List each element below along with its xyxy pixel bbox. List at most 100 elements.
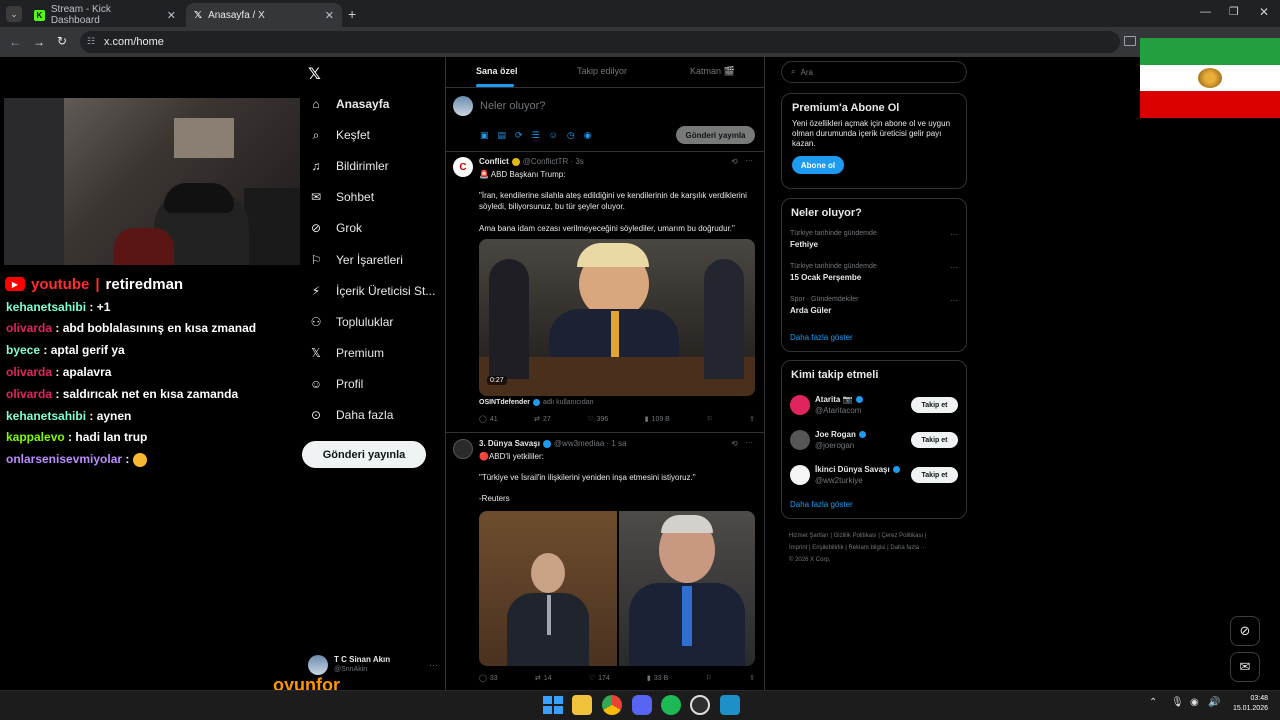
tweet-avatar[interactable]: C	[453, 157, 473, 177]
show-more-link[interactable]: Daha fazla göster	[790, 500, 853, 509]
author-name[interactable]: 3. Dünya Savaşı	[479, 439, 540, 448]
grok-icon[interactable]: ⟲	[731, 157, 738, 166]
network-icon[interactable]: ◉	[1190, 697, 1199, 708]
site-info-icon[interactable]: ☷	[87, 36, 95, 47]
chat-username[interactable]: olivarda	[6, 365, 52, 379]
nav-item-home[interactable]: ⌂ Anasayfa	[308, 93, 389, 115]
close-icon[interactable]: ✕	[167, 9, 176, 22]
follow-button[interactable]: Takip et	[911, 432, 958, 448]
trend-item[interactable]: Türkiye tarihinde gündemde Fethiye ···	[790, 230, 958, 249]
tweet-image[interactable]	[479, 511, 755, 666]
like-button[interactable]: ♡ 396	[587, 415, 608, 424]
grok-float-button[interactable]: ⊘	[1230, 616, 1260, 646]
location-icon[interactable]: ◉	[584, 130, 592, 141]
reply-button[interactable]: ◯ 41	[479, 415, 498, 424]
account-switcher[interactable]: T C Sinan Akın @SnnAkin ···	[308, 652, 438, 678]
window-close-button[interactable]: ✕	[1259, 5, 1269, 19]
like-button[interactable]: ♡ 174	[589, 674, 610, 683]
compose-input[interactable]: Neler oluyor?	[480, 100, 545, 112]
spotify-icon[interactable]	[661, 695, 681, 715]
close-icon[interactable]: ✕	[325, 9, 334, 22]
share-button[interactable]: ⇪	[749, 415, 755, 423]
volume-icon[interactable]: 🔊	[1208, 697, 1220, 708]
chat-username[interactable]: kehanetsahibi	[6, 300, 86, 314]
chat-username[interactable]: kappalevo	[6, 430, 65, 444]
back-arrow-icon[interactable]: ←	[9, 35, 21, 49]
nav-item-grok[interactable]: ⊘ Grok	[308, 217, 362, 239]
clock[interactable]: 03:48 15.01.2026	[1228, 694, 1268, 714]
nav-item-more-circle[interactable]: ⊙ Daha fazla	[308, 404, 393, 426]
footer-line[interactable]: İmprint | Erişilebilirlik | Reklam bilgi…	[789, 542, 959, 554]
forward-arrow-icon[interactable]: →	[33, 35, 45, 49]
repost-button[interactable]: ⇄ 27	[534, 415, 551, 424]
more-icon[interactable]: ···	[950, 230, 958, 239]
emoji-icon[interactable]: ☺	[549, 130, 558, 141]
share-button[interactable]: ⇪	[749, 674, 755, 682]
bookmark-button[interactable]: ⚐	[706, 674, 712, 682]
grok-icon[interactable]: ⟲	[731, 439, 738, 448]
discord-icon[interactable]	[632, 695, 652, 715]
tab-for-you[interactable]: Sana özel	[476, 66, 518, 76]
via-name[interactable]: OSINTdefender	[479, 399, 530, 406]
poll-icon[interactable]: ☰	[532, 130, 540, 141]
follow-suggestion[interactable]: Joe Rogan @joerogan Takip et	[790, 428, 958, 452]
tweet-video[interactable]: 0:27	[479, 239, 755, 396]
post-button[interactable]: Gönderi yayınla	[302, 441, 426, 468]
chat-username[interactable]: byece	[6, 343, 40, 357]
trend-item[interactable]: Türkiye tarihinde gündemde 15 Ocak Perşem…	[790, 263, 958, 282]
nav-item-bell[interactable]: ♫ Bildirimler	[308, 155, 389, 177]
file-explorer-icon[interactable]	[572, 695, 592, 715]
tab-x-home[interactable]: 𝕏 Anasayfa / X ✕	[186, 3, 342, 27]
more-icon[interactable]: ···	[745, 156, 753, 165]
tab-kick-dashboard[interactable]: K Stream - Kick Dashboard ✕	[26, 3, 184, 27]
author-name[interactable]: Conflict	[479, 157, 509, 166]
follow-button[interactable]: Takip et	[911, 397, 958, 413]
new-tab-button[interactable]: +	[348, 6, 356, 22]
nav-item-x-logo[interactable]: 𝕏 Premium	[308, 342, 384, 364]
follow-button[interactable]: Takip et	[911, 467, 958, 483]
reload-icon[interactable]: ↻	[57, 34, 67, 48]
nav-item-bookmark[interactable]: ⚐ Yer İşaretleri	[308, 249, 403, 271]
follow-suggestion[interactable]: Atarita 📷 @Ataritacom Takip et	[790, 393, 958, 417]
more-icon[interactable]: ···	[950, 263, 958, 272]
chat-username[interactable]: olivarda	[6, 387, 52, 401]
more-icon[interactable]: ···	[745, 438, 753, 447]
cast-icon[interactable]	[1124, 36, 1136, 46]
nav-item-mail[interactable]: ✉ Sohbet	[308, 186, 374, 208]
show-more-link[interactable]: Daha fazla göster	[790, 333, 853, 342]
chat-username[interactable]: kehanetsahibi	[6, 409, 86, 423]
trend-item[interactable]: Spor · Gündemdekiler Arda Güler ···	[790, 296, 958, 315]
media-icon[interactable]: ▣	[480, 130, 489, 141]
footer-line[interactable]: Hizmet Şartları | Gizlilik Politikası | …	[789, 530, 959, 542]
messages-float-button[interactable]: ✉	[1230, 652, 1260, 682]
schedule-icon[interactable]: ◷	[567, 130, 575, 141]
windows-start-icon[interactable]	[542, 695, 563, 715]
nav-item-people[interactable]: ⚇ Topluluklar	[308, 311, 394, 333]
chat-username[interactable]: onlarsenisevmiyolar	[6, 452, 122, 466]
tab-following[interactable]: Takip edilyor	[577, 66, 627, 76]
nav-item-lightning[interactable]: ⚡ İçerik Üreticisi St...	[308, 280, 436, 302]
gif-icon[interactable]: ▤	[498, 130, 507, 141]
app-icon[interactable]	[720, 695, 740, 715]
grok-icon[interactable]: ⟳	[515, 130, 523, 141]
nav-item-search[interactable]: ⌕ Keşfet	[308, 124, 370, 146]
tab-layer[interactable]: Katman 🎬	[690, 66, 735, 77]
obs-icon[interactable]	[690, 695, 710, 715]
compose-post-button[interactable]: Gönderi yayınla	[676, 126, 755, 144]
bookmark-button[interactable]: ⚐	[706, 415, 712, 423]
reply-button[interactable]: ◯ 33	[479, 674, 498, 683]
x-logo-icon[interactable]: 𝕏	[308, 64, 321, 84]
views-button[interactable]: ▮ 109 B	[645, 415, 670, 424]
microphone-icon[interactable]: 🎙	[1171, 697, 1184, 708]
subscribe-button[interactable]: Abone ol	[792, 156, 844, 174]
follow-suggestion[interactable]: İkinci Dünya Savaşı @ww2turkiye Takip et	[790, 463, 958, 487]
nav-item-person[interactable]: ☺ Profil	[308, 373, 363, 395]
address-bar[interactable]: x.com/home	[80, 31, 1120, 53]
tab-search-button[interactable]: ⌄	[6, 6, 22, 22]
tweet-avatar[interactable]	[453, 439, 473, 459]
views-button[interactable]: ▮ 33 B	[647, 674, 668, 683]
search-input[interactable]: ⌕ Ara	[781, 61, 967, 83]
restore-button[interactable]: ❐	[1229, 5, 1239, 18]
more-icon[interactable]: ···	[950, 296, 958, 305]
chat-username[interactable]: olivarda	[6, 321, 52, 335]
